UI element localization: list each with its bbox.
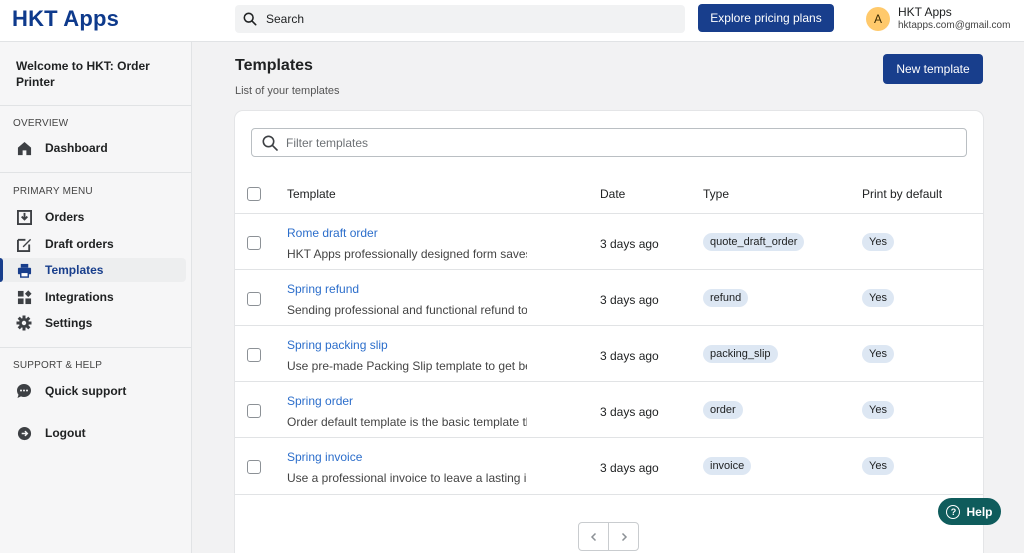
section-overview: OVERVIEW bbox=[13, 118, 69, 129]
template-date: 3 days ago bbox=[600, 461, 659, 475]
template-name-link[interactable]: Rome draft order bbox=[287, 226, 378, 240]
sidebar-item-orders[interactable]: Orders bbox=[0, 205, 186, 229]
sidebar-item-logout[interactable]: Logout bbox=[0, 421, 186, 445]
type-badge: refund bbox=[703, 289, 749, 307]
sidebar-item-templates[interactable]: Templates bbox=[0, 258, 186, 282]
divider bbox=[235, 325, 983, 326]
divider bbox=[235, 269, 983, 270]
template-name-link[interactable]: Spring refund bbox=[287, 282, 359, 296]
template-description: HKT Apps professionally designed form sa… bbox=[287, 247, 527, 261]
sidebar-item-dashboard[interactable]: Dashboard bbox=[0, 136, 186, 160]
default-badge: Yes bbox=[862, 401, 894, 419]
column-header-template[interactable]: Template bbox=[287, 187, 336, 201]
help-button[interactable]: ? Help bbox=[938, 498, 1001, 525]
filter-input[interactable]: Filter templates bbox=[286, 136, 368, 150]
sidebar-item-quick-support[interactable]: Quick support bbox=[0, 379, 186, 403]
template-name-link[interactable]: Spring packing slip bbox=[287, 338, 388, 352]
column-header-type[interactable]: Type bbox=[703, 187, 729, 201]
template-description: Use pre-made Packing Slip template to ge… bbox=[287, 359, 527, 373]
type-badge: quote_draft_order bbox=[703, 233, 805, 251]
explore-pricing-button[interactable]: Explore pricing plans bbox=[698, 4, 834, 32]
printer-icon bbox=[16, 262, 32, 278]
logout-icon bbox=[16, 425, 32, 441]
divider bbox=[235, 213, 983, 214]
template-description: Sending professional and functional refu… bbox=[287, 303, 527, 317]
inbox-download-icon bbox=[16, 209, 32, 225]
page-title: Templates bbox=[235, 57, 313, 74]
divider bbox=[235, 437, 983, 438]
home-icon bbox=[16, 140, 32, 156]
previous-page-button[interactable] bbox=[579, 523, 608, 550]
chevron-left-icon bbox=[590, 532, 596, 541]
template-name-link[interactable]: Spring invoice bbox=[287, 450, 362, 464]
default-badge: Yes bbox=[862, 233, 894, 251]
new-template-button[interactable]: New template bbox=[883, 54, 983, 84]
user-name: HKT Apps bbox=[898, 5, 952, 19]
row-checkbox[interactable] bbox=[247, 460, 261, 474]
template-description: Use a professional invoice to leave a la… bbox=[287, 471, 527, 485]
default-badge: Yes bbox=[862, 289, 894, 307]
divider bbox=[235, 494, 983, 495]
sidebar-item-integrations[interactable]: Integrations bbox=[0, 285, 186, 309]
chat-icon bbox=[16, 383, 32, 399]
template-date: 3 days ago bbox=[600, 237, 659, 251]
user-email: hktapps.com@gmail.com bbox=[898, 20, 1011, 31]
app-logo[interactable]: HKT Apps bbox=[12, 6, 119, 32]
type-badge: invoice bbox=[703, 457, 752, 475]
filter-templates-field[interactable]: Filter templates bbox=[251, 128, 967, 157]
avatar[interactable]: A bbox=[866, 7, 890, 31]
question-icon: ? bbox=[946, 504, 961, 519]
search-input[interactable]: Search bbox=[266, 12, 304, 26]
template-name-link[interactable]: Spring order bbox=[287, 394, 353, 408]
pagination bbox=[578, 522, 639, 551]
sidebar-item-label: Settings bbox=[45, 316, 93, 330]
edit-icon bbox=[16, 236, 32, 252]
row-checkbox[interactable] bbox=[247, 236, 261, 250]
search-icon bbox=[243, 12, 257, 26]
column-header-print-default[interactable]: Print by default bbox=[862, 187, 942, 201]
section-primary-menu: PRIMARY MENU bbox=[13, 186, 93, 197]
templates-card: Filter templates Template Date Type Prin… bbox=[235, 111, 983, 553]
select-all-checkbox[interactable] bbox=[247, 187, 261, 201]
divider bbox=[235, 381, 983, 382]
row-checkbox[interactable] bbox=[247, 348, 261, 362]
sidebar-welcome: Welcome to HKT: Order Printer bbox=[0, 42, 191, 106]
divider bbox=[0, 172, 192, 173]
apps-icon bbox=[16, 289, 32, 305]
section-support-help: SUPPORT & HELP bbox=[13, 360, 103, 371]
sidebar-item-label: Draft orders bbox=[45, 237, 114, 251]
gear-icon bbox=[16, 315, 32, 331]
help-label: Help bbox=[966, 504, 993, 519]
sidebar-item-label: Logout bbox=[45, 426, 86, 440]
divider bbox=[0, 347, 192, 348]
search-bar[interactable]: Search bbox=[235, 5, 685, 33]
template-date: 3 days ago bbox=[600, 349, 659, 363]
row-checkbox[interactable] bbox=[247, 292, 261, 306]
sidebar-item-draft-orders[interactable]: Draft orders bbox=[0, 232, 186, 256]
type-badge: order bbox=[703, 401, 743, 419]
column-header-date[interactable]: Date bbox=[600, 187, 625, 201]
default-badge: Yes bbox=[862, 457, 894, 475]
sidebar-item-label: Orders bbox=[45, 210, 85, 224]
page-subtitle: List of your templates bbox=[235, 85, 340, 97]
template-date: 3 days ago bbox=[600, 405, 659, 419]
row-checkbox[interactable] bbox=[247, 404, 261, 418]
sidebar-item-label: Dashboard bbox=[45, 141, 108, 155]
sidebar: Welcome to HKT: Order Printer OVERVIEW D… bbox=[0, 42, 192, 553]
user-menu[interactable]: A HKT Apps hktapps.com@gmail.com bbox=[866, 6, 1010, 32]
template-description: Order default template is the basic temp… bbox=[287, 415, 527, 429]
welcome-line: Welcome to HKT: Order bbox=[16, 59, 150, 73]
sidebar-item-label: Templates bbox=[45, 263, 104, 277]
sidebar-item-label: Quick support bbox=[45, 384, 127, 398]
search-icon bbox=[262, 135, 278, 151]
next-page-button[interactable] bbox=[608, 523, 638, 550]
default-badge: Yes bbox=[862, 345, 894, 363]
chevron-right-icon bbox=[621, 532, 627, 541]
type-badge: packing_slip bbox=[703, 345, 778, 363]
top-bar: HKT Apps Search Explore pricing plans A … bbox=[0, 0, 1024, 42]
template-date: 3 days ago bbox=[600, 293, 659, 307]
welcome-line: Printer bbox=[16, 75, 55, 89]
sidebar-item-settings[interactable]: Settings bbox=[0, 311, 186, 335]
sidebar-item-label: Integrations bbox=[45, 290, 114, 304]
